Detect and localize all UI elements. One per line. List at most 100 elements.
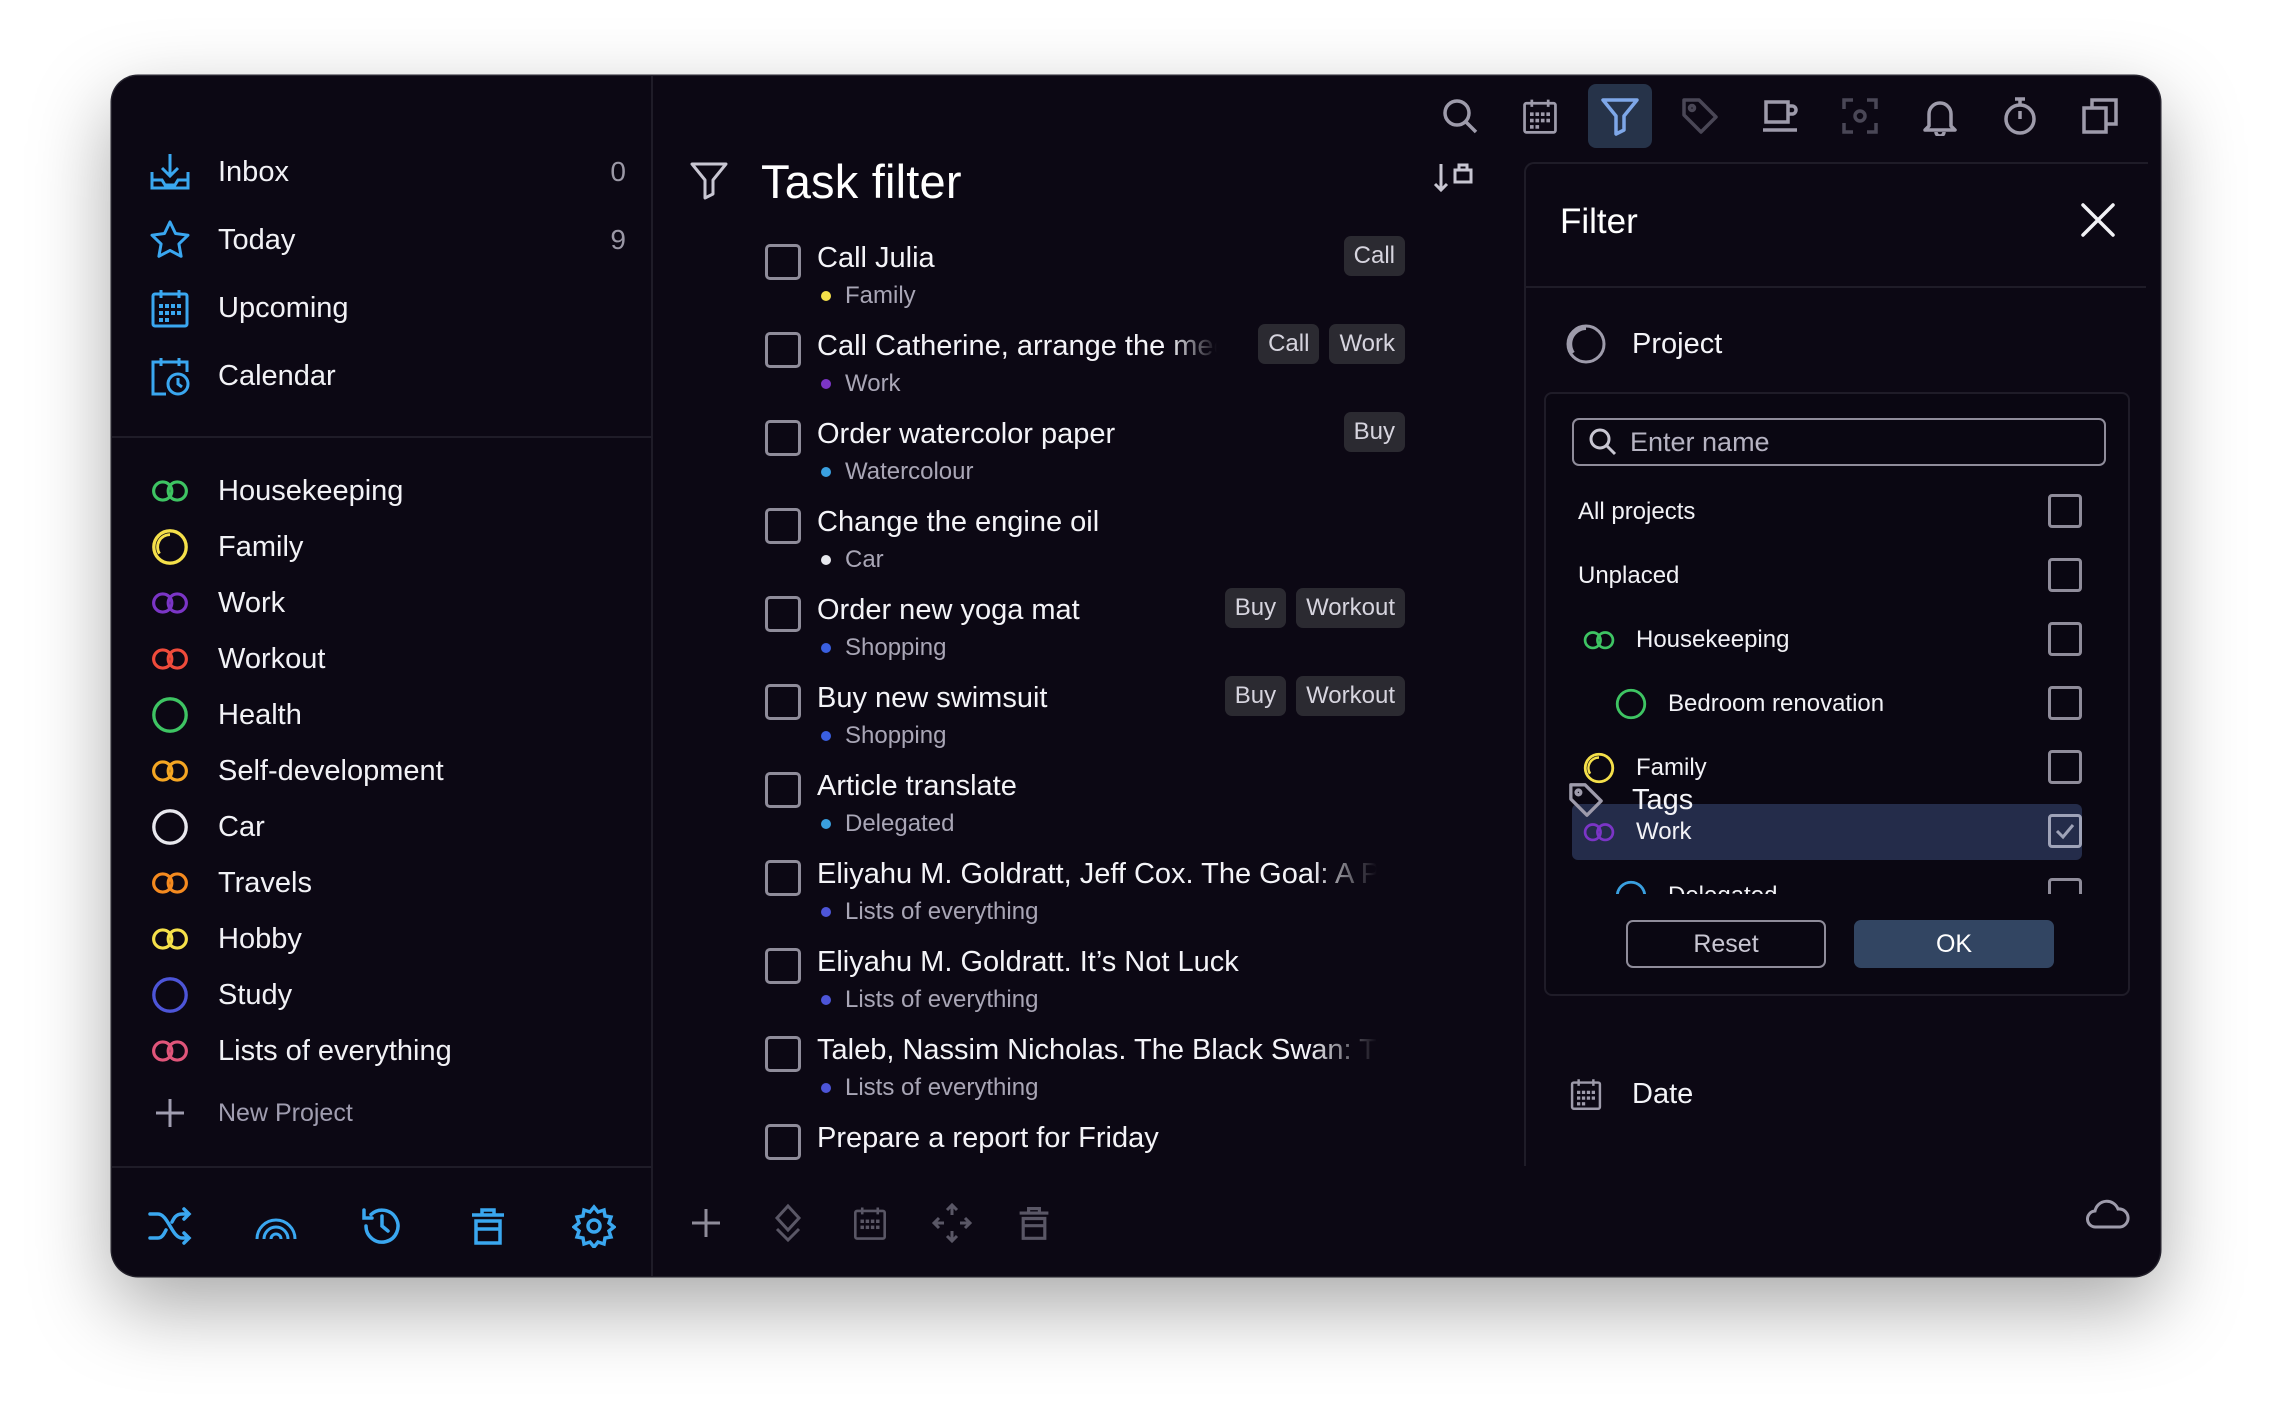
task-tags: Buy Workout xyxy=(1224,676,1405,716)
task-row[interactable]: Eliyahu M. Goldratt, Jeff Cox. The Goal:… xyxy=(765,852,1405,932)
tag-chip[interactable]: Call xyxy=(1258,324,1320,364)
sidebar-project-item[interactable]: Housekeeping xyxy=(148,466,628,516)
sidebar-project-item[interactable]: Work xyxy=(148,578,628,628)
project-option-checkbox[interactable] xyxy=(2048,750,2082,784)
task-row[interactable]: Order watercolor paper Watercolour Buy xyxy=(765,412,1405,492)
history-icon[interactable] xyxy=(358,1202,406,1250)
sidebar-project-item[interactable]: Health xyxy=(148,690,628,740)
timer-icon[interactable] xyxy=(1988,84,2052,148)
project-dot xyxy=(821,379,831,389)
project-option-label: All projects xyxy=(1578,498,1696,525)
task-checkbox[interactable] xyxy=(765,772,801,808)
project-option-checkbox[interactable] xyxy=(2048,494,2082,528)
partial-ring-icon xyxy=(148,525,192,569)
sidebar-project-item[interactable]: Hobby xyxy=(148,914,628,964)
task-checkbox[interactable] xyxy=(765,1036,801,1072)
priority-icon[interactable] xyxy=(765,1200,811,1246)
tag-chip[interactable]: Call xyxy=(1343,236,1405,276)
cloud-sync-icon[interactable] xyxy=(2086,1198,2130,1235)
task-row[interactable]: Order new yoga mat Shopping Buy Workout xyxy=(765,588,1405,668)
date-section-header[interactable]: Date xyxy=(1564,1072,1693,1116)
task-row[interactable]: Eliyahu M. Goldratt. It’s Not Luck Lists… xyxy=(765,940,1405,1020)
copy-icon[interactable] xyxy=(2068,84,2132,148)
project-dot xyxy=(821,467,831,477)
task-checkbox[interactable] xyxy=(765,244,801,280)
task-checkbox[interactable] xyxy=(765,420,801,456)
task-row[interactable]: Buy new swimsuit Shopping Buy Workout xyxy=(765,676,1405,756)
ring-icon xyxy=(148,693,192,737)
sidebar-item-today[interactable]: Today 9 xyxy=(146,214,626,266)
tag-chip[interactable]: Buy xyxy=(1224,588,1287,628)
filter-icon[interactable] xyxy=(1588,84,1652,148)
task-row[interactable]: Call Catherine, arrange the meeting Work… xyxy=(765,324,1405,404)
shuffle-icon[interactable] xyxy=(146,1202,194,1250)
add-task-icon[interactable] xyxy=(683,1200,729,1246)
task-project: Shopping xyxy=(821,634,946,662)
project-option-row[interactable]: Bedroom renovation xyxy=(1572,676,2082,732)
project-option-checkbox[interactable] xyxy=(2048,814,2082,848)
search-icon[interactable] xyxy=(1428,84,1492,148)
sidebar-project-item[interactable]: Self-development xyxy=(148,746,628,796)
trash-icon[interactable] xyxy=(464,1202,512,1250)
rainbow-icon[interactable] xyxy=(252,1202,300,1250)
sidebar-project-item[interactable]: Workout xyxy=(148,634,628,684)
sidebar-project-item[interactable]: Study xyxy=(148,970,628,1020)
tag-chip[interactable]: Workout xyxy=(1296,588,1405,628)
close-icon[interactable] xyxy=(2078,200,2118,245)
sort-icon[interactable] xyxy=(1431,160,1475,201)
sidebar-item-calendar[interactable]: Calendar xyxy=(146,350,626,402)
project-option-row[interactable]: Delegated xyxy=(1572,868,2082,894)
sidebar-project-item[interactable]: Lists of everything xyxy=(148,1026,628,1076)
tag-chip[interactable]: Work xyxy=(1329,324,1405,364)
coffee-icon[interactable] xyxy=(1748,84,1812,148)
sidebar-project-label: Travels xyxy=(218,866,312,899)
tag-chip[interactable]: Buy xyxy=(1224,676,1287,716)
project-option-row[interactable]: All projects xyxy=(1572,484,2082,540)
bell-icon[interactable] xyxy=(1908,84,1972,148)
project-option-checkbox[interactable] xyxy=(2048,622,2082,656)
double-ring-icon xyxy=(148,1029,192,1073)
move-icon[interactable] xyxy=(929,1200,975,1246)
sidebar-project-label: Lists of everything xyxy=(218,1034,452,1067)
task-title: Prepare a report for Friday xyxy=(817,1122,1159,1154)
focus-icon[interactable] xyxy=(1828,84,1892,148)
project-option-checkbox[interactable] xyxy=(2048,686,2082,720)
task-checkbox[interactable] xyxy=(765,596,801,632)
sidebar-project-item[interactable]: Car xyxy=(148,802,628,852)
project-option-row[interactable]: Unplaced xyxy=(1572,548,2082,604)
sidebar-item-inbox[interactable]: Inbox 0 xyxy=(146,146,626,198)
task-checkbox[interactable] xyxy=(765,508,801,544)
task-checkbox[interactable] xyxy=(765,684,801,720)
project-option-checkbox[interactable] xyxy=(2048,878,2082,894)
project-option-row[interactable]: Housekeeping xyxy=(1572,612,2082,668)
settings-icon[interactable] xyxy=(570,1202,618,1250)
tag-chip[interactable]: Workout xyxy=(1296,676,1405,716)
tags-section-header[interactable]: Tags xyxy=(1564,778,1693,822)
calendar-icon[interactable] xyxy=(847,1200,893,1246)
project-dot xyxy=(821,291,831,301)
sidebar-project-item[interactable]: Travels xyxy=(148,858,628,908)
tag-chip[interactable]: Buy xyxy=(1343,412,1405,452)
task-title: Taleb, Nassim Nicholas. The Black Swan: … xyxy=(817,1034,1377,1066)
task-row[interactable]: Call Julia Family Call xyxy=(765,236,1405,316)
task-checkbox[interactable] xyxy=(765,948,801,984)
ok-button[interactable]: OK xyxy=(1854,920,2054,968)
task-row[interactable]: Article translate Delegated xyxy=(765,764,1405,844)
task-row[interactable]: Taleb, Nassim Nicholas. The Black Swan: … xyxy=(765,1028,1405,1108)
calendar-icon[interactable] xyxy=(1508,84,1572,148)
app-window: Inbox 0 Today 9 Upcoming Calendar Housek… xyxy=(112,76,2160,1276)
task-checkbox[interactable] xyxy=(765,332,801,368)
project-section-header[interactable]: Project xyxy=(1564,322,1722,366)
tag-icon[interactable] xyxy=(1668,84,1732,148)
sidebar-item-upcoming[interactable]: Upcoming xyxy=(146,282,626,334)
project-option-checkbox[interactable] xyxy=(2048,558,2082,592)
new-project-button[interactable]: New Project xyxy=(148,1088,628,1138)
task-project-label: Shopping xyxy=(845,634,947,661)
task-checkbox[interactable] xyxy=(765,1124,801,1160)
task-row[interactable]: Change the engine oil Car xyxy=(765,500,1405,580)
delete-icon[interactable] xyxy=(1011,1200,1057,1246)
sidebar-project-item[interactable]: Family xyxy=(148,522,628,572)
reset-button[interactable]: Reset xyxy=(1626,920,1826,968)
task-checkbox[interactable] xyxy=(765,860,801,896)
task-project: Lists of everything xyxy=(821,898,1038,926)
